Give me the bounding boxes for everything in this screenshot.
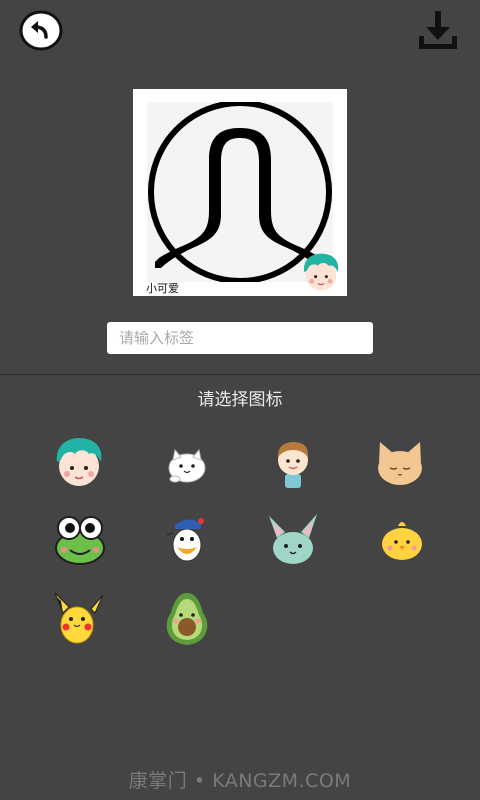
download-button[interactable] bbox=[416, 9, 460, 53]
sleepy-cat-icon[interactable] bbox=[370, 434, 430, 494]
pikachu-icon[interactable] bbox=[49, 589, 109, 649]
back-arrow-icon bbox=[19, 10, 63, 51]
white-cat-icon[interactable] bbox=[157, 434, 217, 494]
back-button[interactable] bbox=[19, 10, 63, 51]
avatar-preview: 小可爱 bbox=[133, 89, 347, 296]
cartoon-boy-icon[interactable] bbox=[263, 432, 323, 492]
download-icon bbox=[419, 11, 457, 49]
icon-section-title: 请选择图标 bbox=[197, 390, 283, 410]
yellow-chick-icon[interactable] bbox=[370, 510, 430, 570]
bunny-icon[interactable] bbox=[263, 510, 323, 570]
section-divider bbox=[0, 374, 480, 375]
watermark-text: 康掌门 • KANGZM.COM bbox=[128, 770, 352, 792]
avocado-icon[interactable] bbox=[157, 589, 217, 649]
tag-input[interactable] bbox=[107, 322, 373, 354]
keroppi-frog-icon[interactable] bbox=[50, 510, 110, 570]
teal-hair-boy-icon[interactable] bbox=[49, 432, 109, 492]
preview-sticker-icon bbox=[298, 249, 344, 295]
donald-duck-icon[interactable] bbox=[157, 511, 217, 571]
avatar-caption: 小可爱 bbox=[146, 282, 179, 295]
